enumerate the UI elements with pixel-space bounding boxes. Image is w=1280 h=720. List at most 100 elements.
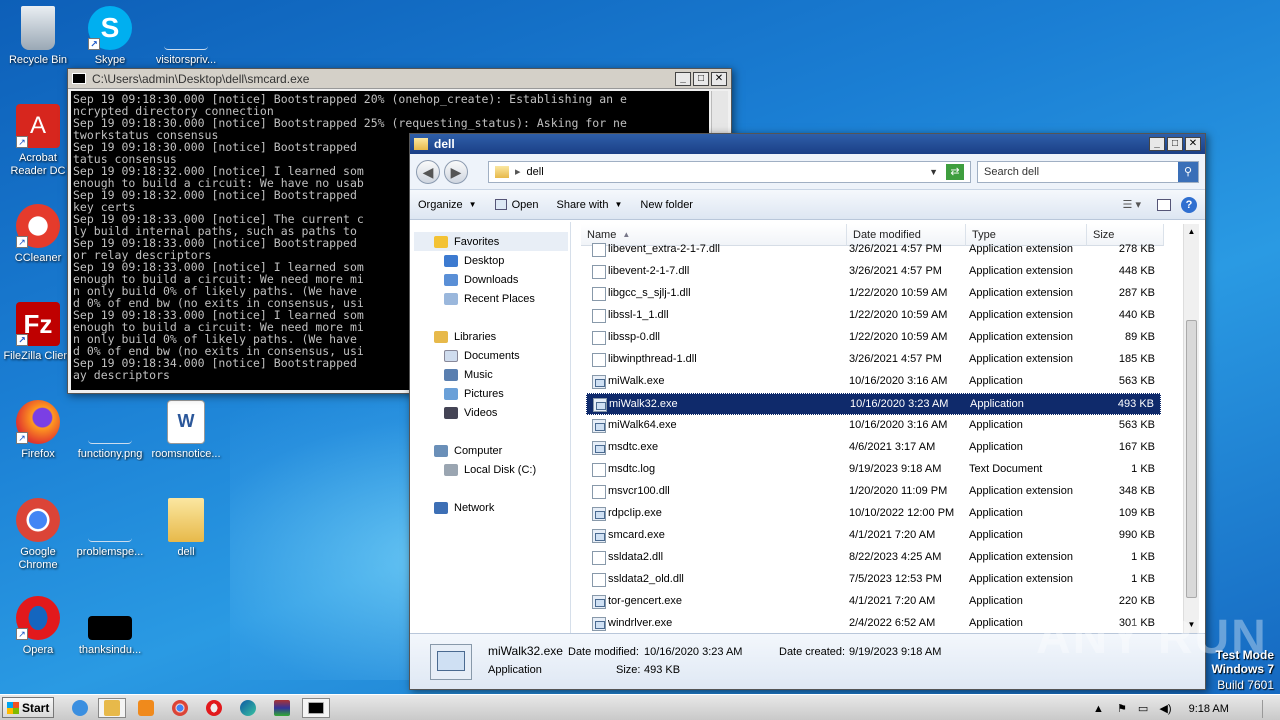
desktop-icon-problemspe[interactable]: problemspe... <box>72 498 148 559</box>
flag-icon[interactable]: ⚑ <box>1117 703 1127 715</box>
clock[interactable]: 9:18 AM <box>1189 703 1229 715</box>
file-row[interactable]: libgcc_s_sjlj-1.dll 1/22/2020 10:59 AM App… <box>586 283 1161 305</box>
taskbar-explorer[interactable] <box>98 698 126 718</box>
nav-computer[interactable]: Computer <box>434 441 502 460</box>
taskbar-edge[interactable] <box>234 698 262 718</box>
search-icon[interactable]: ⚲ <box>1178 161 1198 182</box>
open-button[interactable]: Open <box>494 199 538 211</box>
maximize-button[interactable]: □ <box>1167 137 1183 151</box>
explorer-titlebar[interactable]: dell _ □ ✕ <box>410 134 1205 154</box>
file-row[interactable]: msdtc.log 9/19/2023 9:18 AM Text Document 1… <box>586 459 1161 481</box>
file-list-scrollbar[interactable]: ▲ ▼ <box>1183 224 1199 633</box>
taskbar-console[interactable] <box>302 698 330 718</box>
desktop-icon-thanksindu[interactable]: thanksindu... <box>72 596 148 657</box>
nav-recent-places[interactable]: Recent Places <box>444 289 535 308</box>
computer-icon <box>434 444 448 457</box>
desktop-icon-recycle-bin[interactable]: Recycle Bin <box>0 6 76 67</box>
file-size: 1 KB <box>1131 573 1155 585</box>
preview-pane-icon[interactable] <box>1157 198 1171 211</box>
start-button[interactable]: Start <box>2 697 54 718</box>
nav-pictures[interactable]: Pictures <box>444 384 504 403</box>
desktop-icon-ccleaner[interactable]: ↗ CCleaner <box>0 204 76 265</box>
console-titlebar[interactable]: C:\Users\admin\Desktop\dell\smcard.exe _… <box>68 69 731 89</box>
search-input[interactable]: Search dell ⚲ <box>977 160 1199 183</box>
network-tray-icon[interactable]: ▭ <box>1138 703 1148 715</box>
explorer-window[interactable]: dell _ □ ✕ ◀ ▶ ▸ dell ▼ ⇄ Search dell ⚲ … <box>409 133 1206 690</box>
nav-local-disk[interactable]: Local Disk (C:) <box>444 460 536 479</box>
desktop-icon-acrobat[interactable]: A ↗ Acrobat Reader DC <box>0 104 76 178</box>
desktop-icon-functiony[interactable]: functiony.png <box>72 400 148 461</box>
nav-videos[interactable]: Videos <box>444 403 497 422</box>
file-row[interactable]: msvcr100.dll 1/20/2020 11:09 PM Applicatio… <box>586 481 1161 503</box>
desktop-icon-firefox[interactable]: ↗ Firefox <box>0 400 76 461</box>
desktop-icon-filezilla[interactable]: Fz ↗ FileZilla Client <box>0 302 76 363</box>
nav-music[interactable]: Music <box>444 365 493 384</box>
filezilla-icon: Fz ↗ <box>16 302 60 346</box>
file-row[interactable]: miWalk32.exe 10/16/2020 3:23 AM Applicatio… <box>586 393 1161 415</box>
desktop-icon-roomsnotice[interactable]: W roomsnotice... <box>148 400 224 461</box>
view-options-icon[interactable]: ☰ ▾ <box>1123 198 1141 211</box>
file-row[interactable]: ssldata2.dll 8/22/2023 4:25 AM Application… <box>586 547 1161 569</box>
close-button[interactable]: ✕ <box>1185 137 1201 151</box>
forward-button[interactable]: ▶ <box>444 159 468 184</box>
volume-icon[interactable]: ◀) <box>1159 703 1171 715</box>
file-row[interactable]: miWalk64.exe 10/16/2020 3:16 AM Applicatio… <box>586 415 1161 437</box>
nav-downloads[interactable]: Downloads <box>444 270 518 289</box>
file-row[interactable]: rdpcIip.exe 10/10/2022 12:00 PM Applicatio… <box>586 503 1161 525</box>
drive-icon <box>444 463 458 476</box>
desktop-icon-chrome[interactable]: Google Chrome <box>0 498 76 572</box>
taskbar-media-player[interactable] <box>132 698 160 718</box>
organize-button[interactable]: Organize ▼ <box>418 199 477 211</box>
refresh-icon[interactable]: ⇄ <box>946 163 964 180</box>
file-row[interactable]: libssp-0.dll 1/22/2020 10:59 AM Applicatio… <box>586 327 1161 349</box>
file-type: Application extension <box>969 551 1073 563</box>
file-size: 348 KB <box>1118 485 1155 497</box>
show-desktop-button[interactable] <box>1262 700 1272 718</box>
tray-expand-icon[interactable]: ▲ <box>1093 703 1104 715</box>
file-row[interactable]: smcard.exe 4/1/2021 7:20 AM Application 990… <box>586 525 1161 547</box>
file-row[interactable]: libevent-2-1-7.dll 3/26/2021 4:57 PM Appli… <box>586 261 1161 283</box>
taskbar-winrar[interactable] <box>268 698 296 718</box>
help-icon[interactable]: ? <box>1181 196 1197 213</box>
opera-icon <box>206 700 222 716</box>
file-row[interactable]: msdtc.exe 4/6/2021 3:17 AM Application 167 … <box>586 437 1161 459</box>
desktop-icon-dell-folder[interactable]: dell <box>148 498 224 559</box>
file-row[interactable]: miWalk.exe 10/16/2020 3:16 AM Application 5… <box>586 371 1161 393</box>
nav-documents[interactable]: Documents <box>444 346 520 365</box>
scroll-up-icon[interactable]: ▲ <box>1184 224 1199 240</box>
nav-libraries[interactable]: Libraries <box>434 327 496 346</box>
details-created-label: Date created: <box>779 646 846 658</box>
nav-label: Local Disk (C:) <box>464 463 537 476</box>
taskbar-opera[interactable] <box>200 698 228 718</box>
file-row[interactable]: libwinpthread-1.dll 3/26/2021 4:57 PM Appl… <box>586 349 1161 371</box>
desktop-icon-label: Opera <box>22 644 54 656</box>
back-button[interactable]: ◀ <box>416 159 440 184</box>
scrollbar-thumb[interactable] <box>1186 320 1197 598</box>
details-filename: miWalk32.exe <box>488 644 563 658</box>
share-with-button[interactable]: Share with ▼ <box>556 199 622 211</box>
minimize-button[interactable]: _ <box>675 71 691 86</box>
application-icon <box>592 375 606 389</box>
application-icon <box>592 419 606 433</box>
nav-network[interactable]: Network <box>434 498 494 517</box>
taskbar-ie[interactable] <box>66 698 94 718</box>
file-row[interactable]: libssl-1_1.dll 1/22/2020 10:59 AM Applicat… <box>586 305 1161 327</box>
file-name: ssldata2.dll <box>608 551 664 563</box>
minimize-button[interactable]: _ <box>1149 137 1165 151</box>
new-folder-button[interactable]: New folder <box>640 199 693 211</box>
file-name: libssp-0.dll <box>608 331 660 343</box>
desktop-icon-opera[interactable]: ↗ Opera <box>0 596 76 657</box>
nav-desktop[interactable]: Desktop <box>444 251 504 270</box>
file-row[interactable]: libevent_extra-2-1-7.dll 3/26/2021 4:57 P… <box>586 239 1161 261</box>
address-bar[interactable]: ▸ dell ▼ ⇄ <box>488 160 971 183</box>
chevron-down-icon[interactable]: ▼ <box>929 167 938 177</box>
file-row[interactable]: ssldata2_old.dll 7/5/2023 12:53 PM Applica… <box>586 569 1161 591</box>
nav-favorites[interactable]: Favorites <box>434 232 499 251</box>
taskbar-chrome[interactable] <box>166 698 194 718</box>
close-button[interactable]: ✕ <box>711 71 727 86</box>
desktop-icon-skype[interactable]: S ↗ Skype <box>72 6 148 67</box>
desktop-icon-label: thanksindu... <box>78 644 142 656</box>
desktop-icon-visitorspriv[interactable]: visitorspriv... <box>148 6 224 67</box>
file-size: 109 KB <box>1118 507 1155 519</box>
maximize-button[interactable]: □ <box>693 71 709 86</box>
